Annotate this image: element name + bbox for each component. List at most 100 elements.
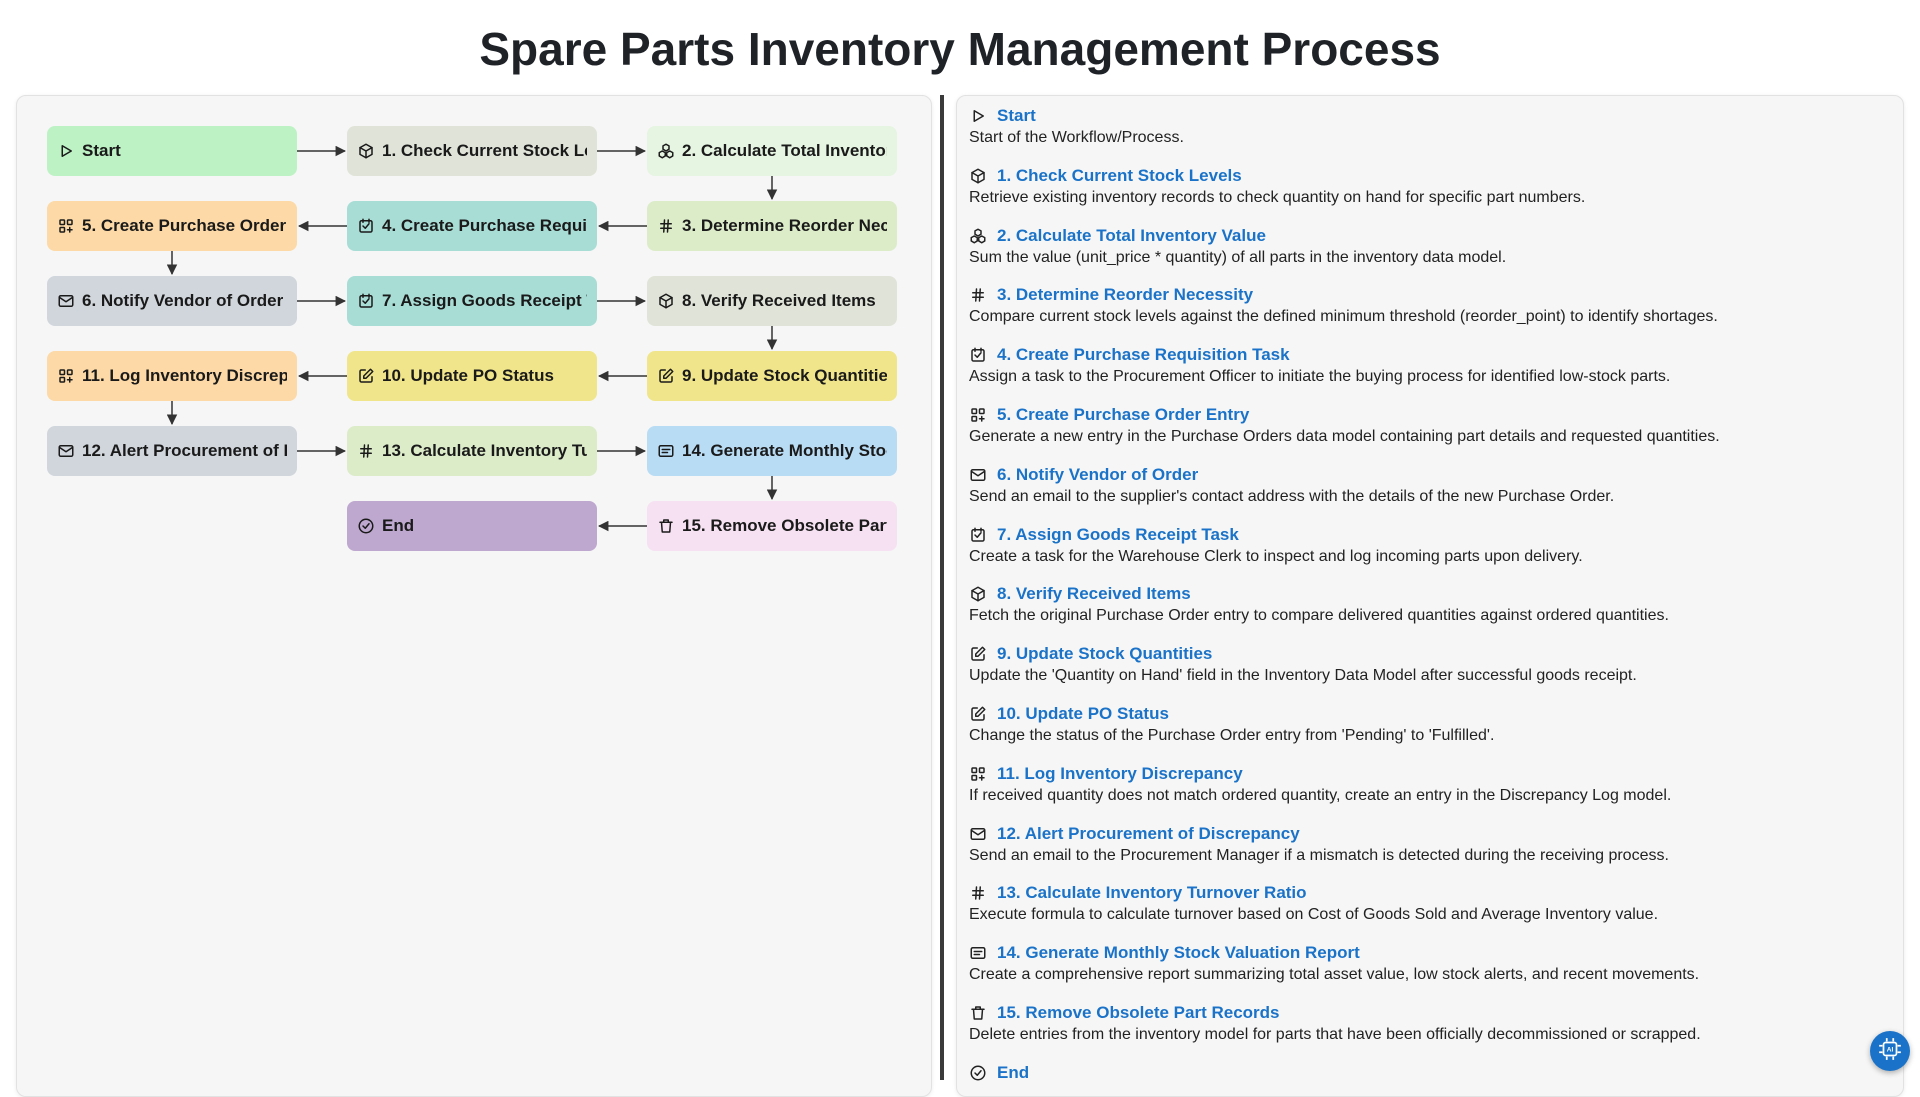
check-circle-icon (357, 517, 375, 535)
flow-node[interactable]: 3. Determine Reorder Necessity (647, 201, 897, 251)
step-title-link[interactable]: 2. Calculate Total Inventory Value (997, 226, 1266, 246)
step-title-link[interactable]: 5. Create Purchase Order Entry (997, 405, 1249, 425)
flow-node-label: 15. Remove Obsolete Part Records (682, 516, 887, 535)
checkbox-icon (357, 217, 375, 235)
step-description: Start of the Workflow/Process. (969, 129, 1184, 146)
edit-icon (969, 705, 987, 723)
step-title-link[interactable]: 1. Check Current Stock Levels (997, 166, 1242, 186)
step-description: Sum the value (unit_price * quantity) of… (969, 248, 1507, 266)
mail-icon (969, 466, 987, 484)
ai-assistant-button[interactable]: AI (1870, 1031, 1910, 1071)
step-title-link[interactable]: 14. Generate Monthly Stock Valuation Rep… (997, 943, 1360, 963)
check-circle-icon (969, 1064, 987, 1082)
step-description: Fetch the original Purchase Order entry … (969, 607, 1669, 625)
flow-node[interactable]: 12. Alert Procurement of Discrepancy (47, 426, 297, 476)
step-item: 8. Verify Received Items Fetch the origin… (969, 584, 1889, 625)
step-item: 5. Create Purchase Order Entry Generate a… (969, 405, 1889, 446)
step-description: Send an email to the supplier's contact … (969, 487, 1615, 505)
flow-node-label: Start (82, 141, 121, 160)
trash-icon (969, 1004, 987, 1022)
flow-node[interactable]: Start (47, 126, 297, 176)
flow-node-label: End (382, 516, 415, 535)
step-title-link[interactable]: 9. Update Stock Quantities (997, 644, 1212, 664)
ai-chip-icon: AI (1877, 1036, 1903, 1067)
grid-icon (969, 406, 987, 424)
checkbox-icon (969, 346, 987, 364)
flow-node[interactable]: 7. Assign Goods Receipt Task (347, 276, 597, 326)
flow-node-label: 6. Notify Vendor of Order (82, 291, 284, 310)
flow-node[interactable]: 4. Create Purchase Requisition Task (347, 201, 597, 251)
flow-node[interactable]: End (347, 501, 597, 551)
cubes-icon (657, 142, 675, 160)
flow-node-label: 3. Determine Reorder Necessity (682, 216, 887, 235)
flowchart-panel: Start 1. Check Current Stock Levels 2. Cal… (16, 95, 932, 1097)
flow-node[interactable]: 8. Verify Received Items (647, 276, 897, 326)
flow-node-label: 12. Alert Procurement of Discrepancy (82, 441, 287, 460)
edit-icon (657, 367, 675, 385)
step-item: 15. Remove Obsolete Part Records Delete e… (969, 1003, 1889, 1044)
flow-node[interactable]: 9. Update Stock Quantities (647, 351, 897, 401)
mail-icon (969, 825, 987, 843)
step-title-link[interactable]: 10. Update PO Status (997, 704, 1169, 724)
flow-node[interactable]: 2. Calculate Total Inventory Value (647, 126, 897, 176)
flow-node-label: 13. Calculate Inventory Turnover Ratio (382, 441, 587, 460)
list-icon (969, 944, 987, 962)
step-item: 4. Create Purchase Requisition Task Assig… (969, 345, 1889, 386)
step-item: 7. Assign Goods Receipt Task Create a tas… (969, 525, 1889, 566)
flow-node-label: 4. Create Purchase Requisition Task (382, 216, 587, 235)
step-description: Generate a new entry in the Purchase Ord… (969, 428, 1720, 445)
step-item: 3. Determine Reorder Necessity Compare cu… (969, 285, 1889, 326)
page-title: Spare Parts Inventory Management Process (479, 23, 1441, 75)
flow-node[interactable]: 13. Calculate Inventory Turnover Ratio (347, 426, 597, 476)
checkbox-icon (357, 292, 375, 310)
step-title-link[interactable]: 6. Notify Vendor of Order (997, 465, 1198, 485)
step-title-link[interactable]: Start (997, 106, 1036, 126)
step-item: 1. Check Current Stock Levels Retrieve ex… (969, 166, 1889, 207)
flow-node-label: 11. Log Inventory Discrepancy (82, 366, 287, 385)
flow-node[interactable]: 11. Log Inventory Discrepancy (47, 351, 297, 401)
step-item: 13. Calculate Inventory Turnover Ratio Ex… (969, 883, 1889, 924)
flow-node-label: 9. Update Stock Quantities (682, 366, 887, 385)
step-title-link[interactable]: 4. Create Purchase Requisition Task (997, 345, 1290, 365)
step-description: Delete entries from the inventory model … (969, 1026, 1701, 1043)
step-item: 6. Notify Vendor of Order Send an email t… (969, 465, 1889, 506)
step-title-link[interactable]: 7. Assign Goods Receipt Task (997, 525, 1239, 545)
step-title-link[interactable]: 13. Calculate Inventory Turnover Ratio (997, 883, 1307, 903)
list-icon (657, 442, 675, 460)
flow-node[interactable]: 10. Update PO Status (347, 351, 597, 401)
step-item: 9. Update Stock Quantities Update the 'Qu… (969, 644, 1889, 685)
flow-node-label: 2. Calculate Total Inventory Value (682, 141, 887, 160)
step-title-link[interactable]: 11. Log Inventory Discrepancy (997, 764, 1243, 784)
flow-node[interactable]: 5. Create Purchase Order Entry (47, 201, 297, 251)
grid-icon (57, 367, 75, 385)
flow-node-label: 8. Verify Received Items (682, 291, 876, 310)
flow-node[interactable]: 6. Notify Vendor of Order (47, 276, 297, 326)
hash-icon (357, 442, 375, 460)
step-item: 11. Log Inventory Discrepancy If received… (969, 764, 1889, 805)
step-title-link[interactable]: 12. Alert Procurement of Discrepancy (997, 824, 1300, 844)
flow-node[interactable]: 14. Generate Monthly Stock Valuation Rep… (647, 426, 897, 476)
edit-icon (969, 645, 987, 663)
flow-node[interactable]: 15. Remove Obsolete Part Records (647, 501, 897, 551)
mail-icon (57, 292, 75, 310)
step-description: Send an email to the Procurement Manager… (969, 846, 1669, 864)
step-item: 14. Generate Monthly Stock Valuation Rep… (969, 943, 1889, 984)
step-item: 12. Alert Procurement of Discrepancy Send… (969, 824, 1889, 865)
cubes-icon (969, 227, 987, 245)
step-title-link[interactable]: 15. Remove Obsolete Part Records (997, 1003, 1280, 1023)
flow-node[interactable]: 1. Check Current Stock Levels (347, 126, 597, 176)
cube-icon (657, 292, 675, 310)
step-item: 2. Calculate Total Inventory Value Sum th… (969, 226, 1889, 267)
checkbox-icon (969, 526, 987, 544)
step-description: Create a comprehensive report summarizin… (969, 966, 1700, 984)
step-description: Change the status of the Purchase Order … (969, 727, 1495, 744)
step-title-link[interactable]: 3. Determine Reorder Necessity (997, 285, 1253, 305)
step-description: Retrieve existing inventory records to c… (969, 188, 1586, 206)
svg-text:AI: AI (1887, 1046, 1894, 1053)
step-item: Start Start of the Workflow/Process. (969, 106, 1889, 147)
panel-splitter[interactable] (940, 95, 944, 1080)
mail-icon (57, 442, 75, 460)
cube-icon (357, 142, 375, 160)
step-description: Update the 'Quantity on Hand' field in t… (969, 667, 1637, 685)
step-title-link[interactable]: 8. Verify Received Items (997, 584, 1191, 604)
